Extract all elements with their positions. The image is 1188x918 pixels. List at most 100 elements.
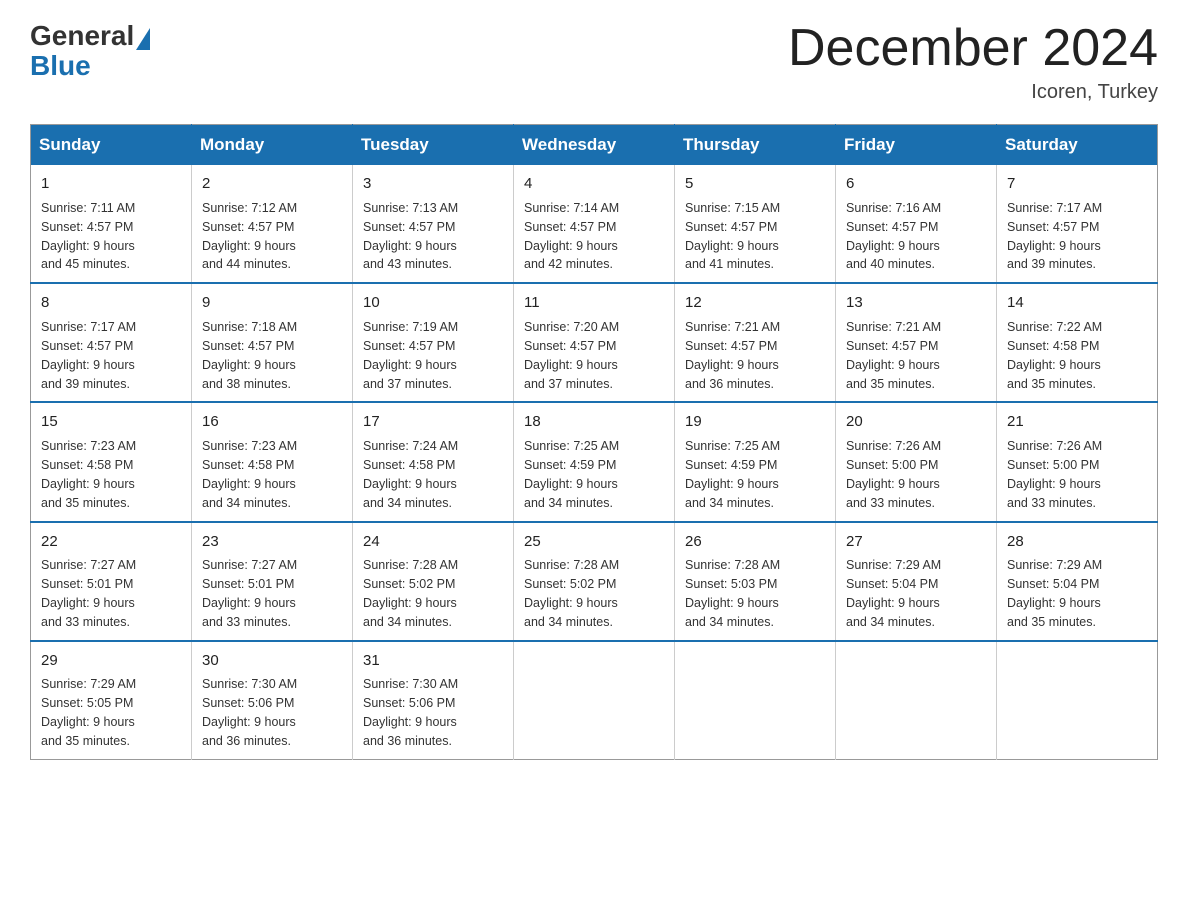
day-info: Sunrise: 7:23 AMSunset: 4:58 PMDaylight:… <box>202 439 297 510</box>
day-number: 23 <box>202 531 344 553</box>
day-number: 20 <box>846 411 988 433</box>
day-number: 19 <box>685 411 827 433</box>
day-info: Sunrise: 7:22 AMSunset: 4:58 PMDaylight:… <box>1007 320 1102 391</box>
day-info: Sunrise: 7:21 AMSunset: 4:57 PMDaylight:… <box>685 320 780 391</box>
day-number: 29 <box>41 650 183 672</box>
day-info: Sunrise: 7:30 AMSunset: 5:06 PMDaylight:… <box>363 677 458 748</box>
day-number: 6 <box>846 173 988 195</box>
day-number: 5 <box>685 173 827 195</box>
calendar-cell: 21 Sunrise: 7:26 AMSunset: 5:00 PMDaylig… <box>997 402 1158 521</box>
day-number: 1 <box>41 173 183 195</box>
day-number: 8 <box>41 292 183 314</box>
col-monday: Monday <box>192 125 353 166</box>
calendar-cell: 18 Sunrise: 7:25 AMSunset: 4:59 PMDaylig… <box>514 402 675 521</box>
calendar-cell: 11 Sunrise: 7:20 AMSunset: 4:57 PMDaylig… <box>514 283 675 402</box>
calendar-cell: 17 Sunrise: 7:24 AMSunset: 4:58 PMDaylig… <box>353 402 514 521</box>
calendar-cell: 19 Sunrise: 7:25 AMSunset: 4:59 PMDaylig… <box>675 402 836 521</box>
day-info: Sunrise: 7:13 AMSunset: 4:57 PMDaylight:… <box>363 201 458 272</box>
calendar-cell: 9 Sunrise: 7:18 AMSunset: 4:57 PMDayligh… <box>192 283 353 402</box>
calendar-cell <box>675 641 836 760</box>
calendar-week-5: 29 Sunrise: 7:29 AMSunset: 5:05 PMDaylig… <box>31 641 1158 760</box>
calendar-week-4: 22 Sunrise: 7:27 AMSunset: 5:01 PMDaylig… <box>31 522 1158 641</box>
day-info: Sunrise: 7:20 AMSunset: 4:57 PMDaylight:… <box>524 320 619 391</box>
calendar-cell: 1 Sunrise: 7:11 AMSunset: 4:57 PMDayligh… <box>31 165 192 283</box>
month-title: December 2024 <box>788 20 1158 77</box>
day-info: Sunrise: 7:17 AMSunset: 4:57 PMDaylight:… <box>1007 201 1102 272</box>
calendar-cell: 12 Sunrise: 7:21 AMSunset: 4:57 PMDaylig… <box>675 283 836 402</box>
day-number: 28 <box>1007 531 1149 553</box>
col-thursday: Thursday <box>675 125 836 166</box>
day-number: 17 <box>363 411 505 433</box>
calendar-week-3: 15 Sunrise: 7:23 AMSunset: 4:58 PMDaylig… <box>31 402 1158 521</box>
col-wednesday: Wednesday <box>514 125 675 166</box>
day-number: 24 <box>363 531 505 553</box>
calendar-cell: 25 Sunrise: 7:28 AMSunset: 5:02 PMDaylig… <box>514 522 675 641</box>
day-number: 7 <box>1007 173 1149 195</box>
calendar-cell: 31 Sunrise: 7:30 AMSunset: 5:06 PMDaylig… <box>353 641 514 760</box>
day-info: Sunrise: 7:17 AMSunset: 4:57 PMDaylight:… <box>41 320 136 391</box>
calendar-cell: 23 Sunrise: 7:27 AMSunset: 5:01 PMDaylig… <box>192 522 353 641</box>
calendar-cell <box>997 641 1158 760</box>
calendar-cell: 30 Sunrise: 7:30 AMSunset: 5:06 PMDaylig… <box>192 641 353 760</box>
day-number: 10 <box>363 292 505 314</box>
calendar-body: 1 Sunrise: 7:11 AMSunset: 4:57 PMDayligh… <box>31 165 1158 759</box>
calendar-cell: 28 Sunrise: 7:29 AMSunset: 5:04 PMDaylig… <box>997 522 1158 641</box>
logo-arrow-icon <box>136 28 150 50</box>
calendar-cell: 3 Sunrise: 7:13 AMSunset: 4:57 PMDayligh… <box>353 165 514 283</box>
day-number: 25 <box>524 531 666 553</box>
calendar-week-1: 1 Sunrise: 7:11 AMSunset: 4:57 PMDayligh… <box>31 165 1158 283</box>
day-info: Sunrise: 7:28 AMSunset: 5:03 PMDaylight:… <box>685 558 780 629</box>
logo: General Blue <box>30 20 150 82</box>
day-info: Sunrise: 7:14 AMSunset: 4:57 PMDaylight:… <box>524 201 619 272</box>
day-number: 15 <box>41 411 183 433</box>
day-number: 18 <box>524 411 666 433</box>
calendar-table: Sunday Monday Tuesday Wednesday Thursday… <box>30 124 1158 760</box>
day-number: 31 <box>363 650 505 672</box>
calendar-week-2: 8 Sunrise: 7:17 AMSunset: 4:57 PMDayligh… <box>31 283 1158 402</box>
col-sunday: Sunday <box>31 125 192 166</box>
calendar-cell: 4 Sunrise: 7:14 AMSunset: 4:57 PMDayligh… <box>514 165 675 283</box>
day-number: 2 <box>202 173 344 195</box>
day-number: 13 <box>846 292 988 314</box>
day-info: Sunrise: 7:26 AMSunset: 5:00 PMDaylight:… <box>1007 439 1102 510</box>
page-header: General Blue December 2024 Icoren, Turke… <box>30 20 1158 104</box>
calendar-cell: 22 Sunrise: 7:27 AMSunset: 5:01 PMDaylig… <box>31 522 192 641</box>
calendar-cell <box>836 641 997 760</box>
day-number: 30 <box>202 650 344 672</box>
day-info: Sunrise: 7:29 AMSunset: 5:04 PMDaylight:… <box>1007 558 1102 629</box>
day-number: 26 <box>685 531 827 553</box>
calendar-cell: 27 Sunrise: 7:29 AMSunset: 5:04 PMDaylig… <box>836 522 997 641</box>
day-info: Sunrise: 7:25 AMSunset: 4:59 PMDaylight:… <box>685 439 780 510</box>
day-number: 3 <box>363 173 505 195</box>
logo-text: General <box>30 20 150 52</box>
location-text: Icoren, Turkey <box>788 81 1158 104</box>
calendar-cell: 16 Sunrise: 7:23 AMSunset: 4:58 PMDaylig… <box>192 402 353 521</box>
calendar-header: Sunday Monday Tuesday Wednesday Thursday… <box>31 125 1158 166</box>
day-number: 21 <box>1007 411 1149 433</box>
col-tuesday: Tuesday <box>353 125 514 166</box>
calendar-cell: 29 Sunrise: 7:29 AMSunset: 5:05 PMDaylig… <box>31 641 192 760</box>
day-info: Sunrise: 7:26 AMSunset: 5:00 PMDaylight:… <box>846 439 941 510</box>
calendar-cell: 8 Sunrise: 7:17 AMSunset: 4:57 PMDayligh… <box>31 283 192 402</box>
logo-blue-part <box>134 25 150 47</box>
day-info: Sunrise: 7:15 AMSunset: 4:57 PMDaylight:… <box>685 201 780 272</box>
day-info: Sunrise: 7:29 AMSunset: 5:04 PMDaylight:… <box>846 558 941 629</box>
calendar-cell: 10 Sunrise: 7:19 AMSunset: 4:57 PMDaylig… <box>353 283 514 402</box>
day-info: Sunrise: 7:28 AMSunset: 5:02 PMDaylight:… <box>363 558 458 629</box>
day-info: Sunrise: 7:21 AMSunset: 4:57 PMDaylight:… <box>846 320 941 391</box>
day-info: Sunrise: 7:27 AMSunset: 5:01 PMDaylight:… <box>41 558 136 629</box>
day-info: Sunrise: 7:16 AMSunset: 4:57 PMDaylight:… <box>846 201 941 272</box>
logo-general-text: General <box>30 20 134 52</box>
logo-blue-text: Blue <box>30 50 91 82</box>
day-info: Sunrise: 7:27 AMSunset: 5:01 PMDaylight:… <box>202 558 297 629</box>
day-number: 12 <box>685 292 827 314</box>
calendar-cell: 13 Sunrise: 7:21 AMSunset: 4:57 PMDaylig… <box>836 283 997 402</box>
calendar-cell: 2 Sunrise: 7:12 AMSunset: 4:57 PMDayligh… <box>192 165 353 283</box>
day-info: Sunrise: 7:28 AMSunset: 5:02 PMDaylight:… <box>524 558 619 629</box>
day-info: Sunrise: 7:23 AMSunset: 4:58 PMDaylight:… <box>41 439 136 510</box>
day-number: 11 <box>524 292 666 314</box>
day-info: Sunrise: 7:18 AMSunset: 4:57 PMDaylight:… <box>202 320 297 391</box>
calendar-cell: 15 Sunrise: 7:23 AMSunset: 4:58 PMDaylig… <box>31 402 192 521</box>
day-info: Sunrise: 7:24 AMSunset: 4:58 PMDaylight:… <box>363 439 458 510</box>
col-saturday: Saturday <box>997 125 1158 166</box>
